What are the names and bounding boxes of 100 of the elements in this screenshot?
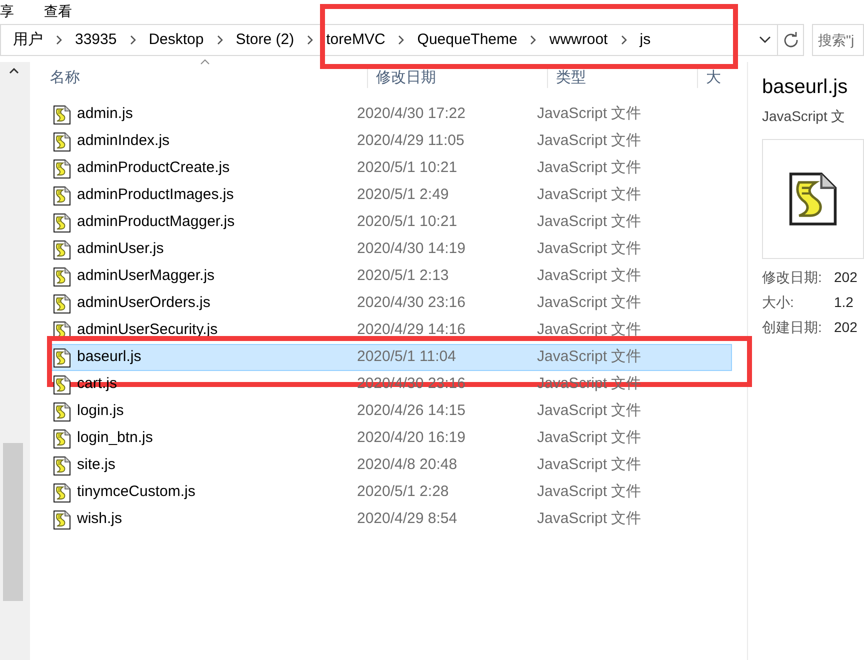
preview-subtitle: JavaScript 文 [762,107,846,126]
file-date: 2020/5/1 11:04 [357,347,457,368]
file-date: 2020/4/30 14:19 [357,239,466,260]
detail-value: 1.2 [834,293,854,312]
file-date: 2020/4/29 11:05 [357,131,466,152]
file-name: adminProductImages.js [77,185,234,206]
file-name: adminUser.js [77,239,164,260]
breadcrumb-item[interactable]: wwwroot [549,28,608,52]
file-row[interactable]: wish.js 2020/4/29 8:54 JavaScript 文件 [50,506,732,533]
file-row[interactable]: adminIndex.js 2020/4/29 11:05 JavaScript 文件 [50,128,732,155]
chevron-right-icon [216,35,224,45]
file-type: JavaScript 文件 [537,104,642,124]
file-type: JavaScript 文件 [537,509,642,530]
script-file-icon [53,132,71,152]
file-row[interactable]: baseurl.js 2020/5/1 11:04 JavaScript 文件 [50,344,732,371]
address-bar[interactable]: 用户 33935 Desktop Store (2) toreMVC QuequeTheme wwwroot js [0,24,778,56]
scroll-up-icon[interactable] [9,68,19,74]
file-name: login.js [77,401,124,422]
script-file-icon [53,240,71,260]
column-header[interactable]: 修改日期 [368,68,548,88]
sort-ascending-icon [200,59,210,65]
file-date: 2020/4/29 8:54 [357,509,458,530]
script-file-icon [53,456,71,476]
script-file-icon [53,158,71,178]
file-date: 2020/5/1 2:49 [357,185,450,206]
file-row[interactable]: admin.js 2020/4/30 17:22 JavaScript 文件 [50,101,732,128]
menu-tab[interactable]: 查看 [44,4,72,18]
file-type: JavaScript 文件 [537,320,642,340]
file-name: adminUserSecurity.js [77,320,218,340]
breadcrumb-item[interactable]: QuequeTheme [417,28,518,52]
file-type: JavaScript 文件 [537,266,642,286]
file-type: JavaScript 文件 [537,401,642,422]
breadcrumb-item[interactable]: toreMVC [326,28,386,52]
file-date: 2020/4/30 23:16 [357,293,466,314]
file-name: adminProductMagger.js [77,212,235,232]
file-type: JavaScript 文件 [537,131,642,152]
detail-label: 大小: [762,293,795,312]
script-file-icon [53,482,71,502]
column-header[interactable]: 大 [698,68,738,88]
file-row[interactable]: adminUserSecurity.js 2020/4/29 14:16 JavaScript 文件 [50,317,732,344]
chevron-right-icon [55,35,63,45]
file-type: JavaScript 文件 [537,482,642,502]
file-row[interactable]: login.js 2020/4/26 14:15 JavaScript 文件 [50,398,732,425]
detail-value: 202 [834,268,858,287]
file-date: 2020/5/1 2:28 [357,482,450,502]
file-type: JavaScript 文件 [537,185,642,206]
file-name: admin.js [77,104,133,124]
column-header[interactable]: 名称 [30,68,368,88]
detail-label: 创建日期: [762,318,823,337]
file-date: 2020/5/1 10:21 [357,158,458,178]
refresh-button[interactable] [778,24,804,56]
script-file-icon [53,266,71,286]
script-file-icon [53,402,71,422]
script-file-icon [53,294,71,314]
breadcrumb-item[interactable]: 33935 [75,28,117,52]
file-row[interactable]: adminUser.js 2020/4/30 14:19 JavaScript 文件 [50,236,732,263]
file-type: JavaScript 文件 [537,428,642,448]
chevron-down-icon[interactable] [759,36,771,44]
preview-title: baseurl.js [762,75,849,100]
file-date: 2020/5/1 10:21 [357,212,458,232]
detail-value: 202 [834,318,858,337]
breadcrumb-item[interactable]: Store (2) [236,28,294,52]
chevron-right-icon [397,35,406,45]
script-file-icon [53,374,71,394]
search-field[interactable]: 搜索"j [812,24,864,56]
file-type: JavaScript 文件 [537,293,642,314]
file-name: adminUserOrders.js [77,293,210,314]
file-type: JavaScript 文件 [537,347,642,368]
file-date: 2020/5/1 2:13 [357,266,450,286]
file-row[interactable]: site.js 2020/4/8 20:48 JavaScript 文件 [50,452,732,479]
file-date: 2020/4/20 16:19 [357,428,466,448]
file-row[interactable]: adminUserOrders.js 2020/4/30 23:16 JavaScript 文件 [50,290,732,317]
scrollbar-thumb[interactable] [3,443,23,601]
file-type: JavaScript 文件 [537,239,642,260]
file-date: 2020/4/30 17:22 [357,104,466,124]
file-name: adminIndex.js [77,131,170,152]
file-name: adminProductCreate.js [77,158,230,178]
file-name: tinymceCustom.js [77,482,196,502]
file-row[interactable]: adminProductCreate.js 2020/5/1 10:21 JavaScript 文件 [50,155,732,182]
script-file-icon [53,104,71,124]
file-row[interactable]: adminProductMagger.js 2020/5/1 10:21 JavaScript 文件 [50,209,732,236]
file-type: JavaScript 文件 [537,158,642,178]
breadcrumb-item[interactable]: Desktop [148,28,204,52]
file-type: JavaScript 文件 [537,455,642,476]
file-date: 2020/4/8 20:48 [357,455,458,476]
breadcrumb-item[interactable]: js [640,28,651,52]
breadcrumb-item[interactable]: 用户 [13,28,43,52]
refresh-icon [782,32,798,48]
file-date: 2020/4/29 14:16 [357,320,466,340]
file-row[interactable]: tinymceCustom.js 2020/5/1 2:28 JavaScript 文件 [50,479,732,506]
file-row[interactable]: login_btn.js 2020/4/20 16:19 JavaScript 文件 [50,425,732,452]
file-row[interactable]: adminProductImages.js 2020/5/1 2:49 JavaScript 文件 [50,182,732,209]
chevron-right-icon [620,35,628,45]
file-row[interactable]: adminUserMagger.js 2020/5/1 2:13 JavaScript 文件 [50,263,732,290]
column-header[interactable]: 类型 [548,68,698,88]
chevron-right-icon [529,35,538,45]
menu-tab[interactable]: 享 [0,4,14,18]
script-file-icon [53,428,71,448]
file-name: adminUserMagger.js [77,266,215,286]
chevron-right-icon [306,35,314,45]
